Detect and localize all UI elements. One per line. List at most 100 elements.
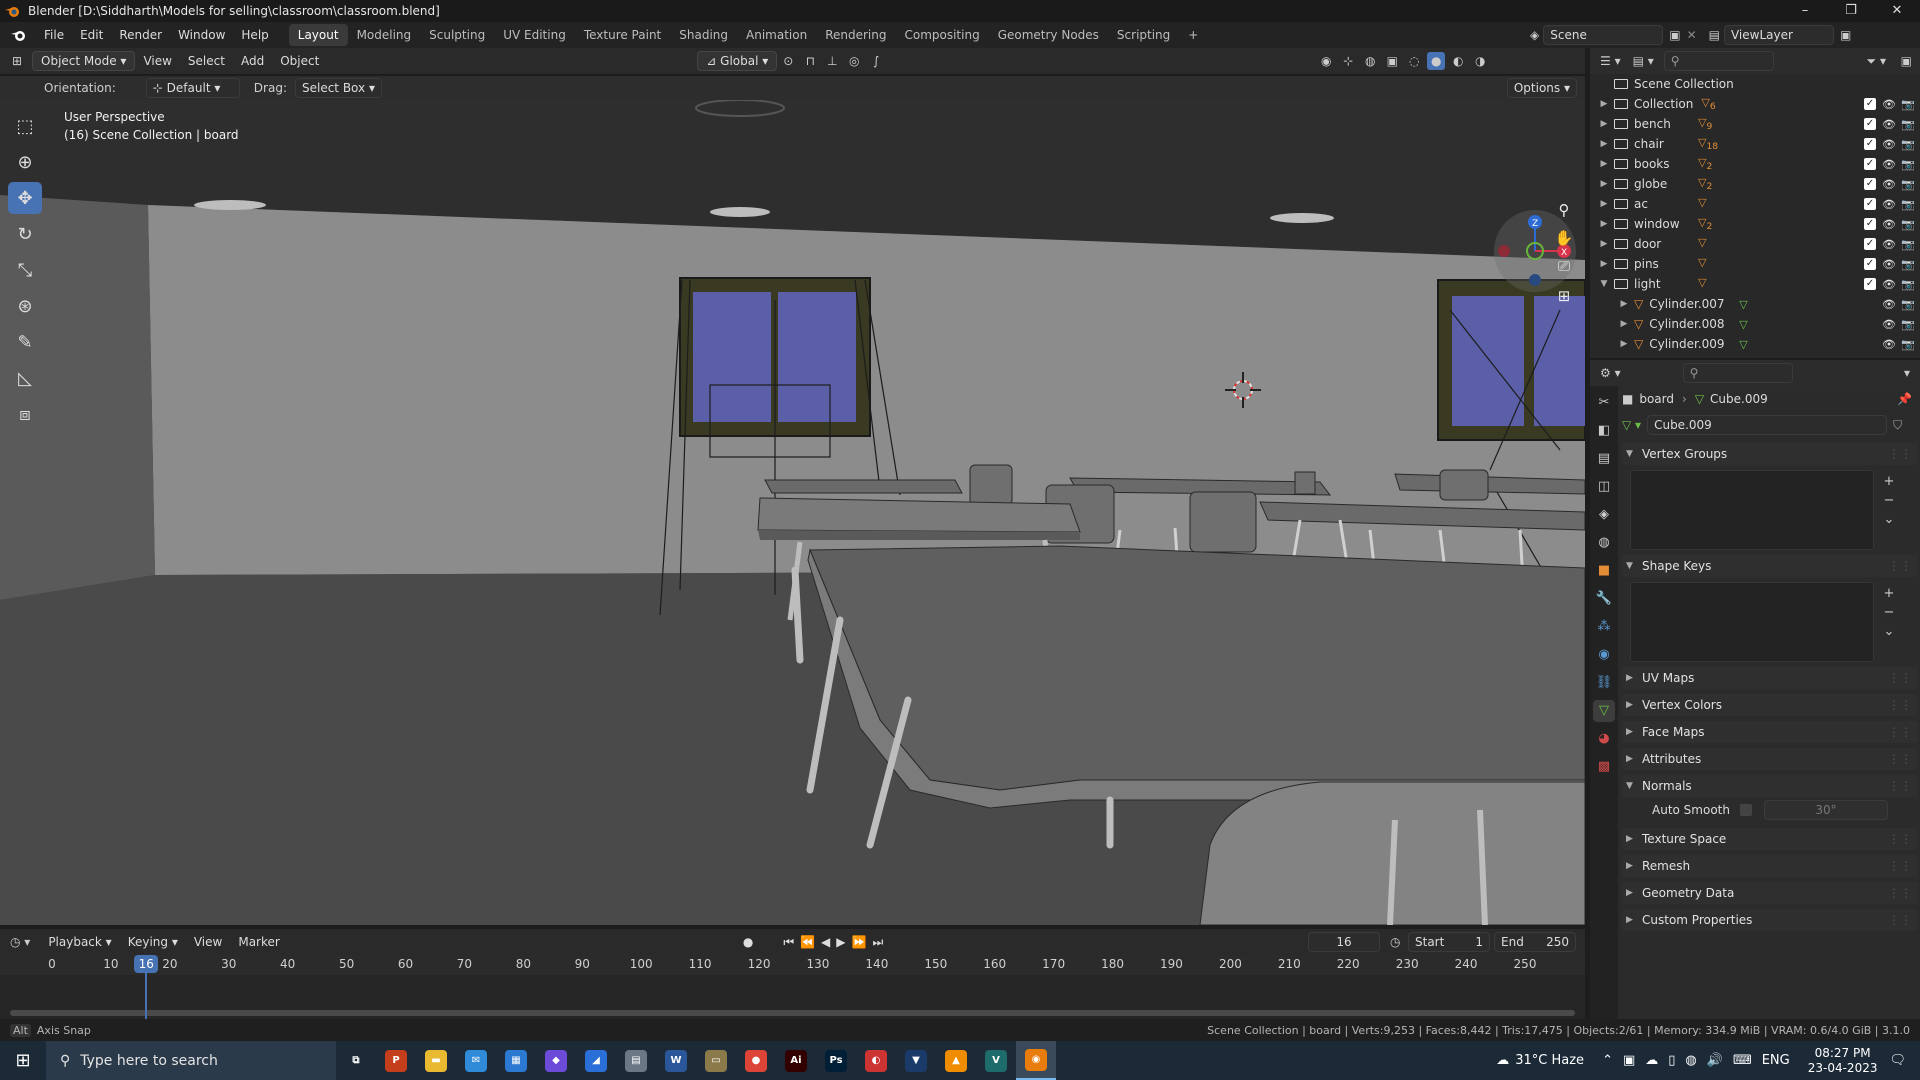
falloff-icon[interactable]: ∫ xyxy=(867,52,885,70)
expand-arrow-icon[interactable]: ▶ xyxy=(1598,259,1610,269)
editor-type-icon[interactable]: ⊞ xyxy=(8,52,26,70)
proportional-edit-icon[interactable]: ◎ xyxy=(845,52,863,70)
menu-window[interactable]: Window xyxy=(170,22,233,48)
tab-uv-editing[interactable]: UV Editing xyxy=(494,24,575,46)
move-tool-icon[interactable]: ✥ xyxy=(8,182,42,214)
expand-arrow-icon[interactable]: ▶ xyxy=(1618,299,1630,309)
camera-icon[interactable]: 📷 xyxy=(1901,158,1915,171)
menu-help[interactable]: Help xyxy=(233,22,276,48)
drag-handle-icon[interactable]: ⋮⋮ xyxy=(1888,447,1912,461)
mesh-name-field[interactable]: Cube.009 xyxy=(1647,415,1888,435)
tab-sculpting[interactable]: Sculpting xyxy=(420,24,494,46)
filter-icon[interactable]: ⏷ ▾ xyxy=(1867,54,1886,69)
eye-icon[interactable]: 👁 xyxy=(1882,158,1896,171)
keyboard-icon[interactable]: ⌨ xyxy=(1733,1053,1752,1068)
camera-icon[interactable]: 📷 xyxy=(1901,98,1915,111)
delete-scene-icon[interactable]: ✕ xyxy=(1687,28,1697,42)
expand-arrow-icon[interactable]: ▶ xyxy=(1598,219,1610,229)
rotate-tool-icon[interactable]: ↻ xyxy=(8,218,42,250)
panel-normals[interactable]: ▼ Normals ⋮⋮ xyxy=(1622,775,1918,797)
tool-tab-icon[interactable]: ✂ xyxy=(1593,392,1615,414)
cursor-tool-icon[interactable]: ⊕ xyxy=(8,146,42,178)
outliner-item-books[interactable]: ▶ books ▽2 ✓ 👁 📷 xyxy=(1590,154,1920,174)
taskbar-outlook-icon[interactable]: ✉ xyxy=(456,1041,496,1080)
taskbar-app-gray-icon[interactable]: ▤ xyxy=(616,1041,656,1080)
close-button[interactable]: ✕ xyxy=(1874,0,1920,22)
panel-uv-maps[interactable]: ▶ UV Maps ⋮⋮ xyxy=(1622,667,1918,689)
exclude-checkbox[interactable]: ✓ xyxy=(1864,197,1876,210)
tray-app-icon[interactable]: ▣ xyxy=(1623,1053,1635,1068)
eye-icon[interactable]: 👁 xyxy=(1882,138,1896,151)
taskbar-powerpoint-icon[interactable]: P xyxy=(376,1041,416,1080)
measure-tool-icon[interactable]: ◺ xyxy=(8,362,42,394)
camera-icon[interactable]: 📷 xyxy=(1901,298,1915,311)
properties-options-icon[interactable]: ▾ xyxy=(1904,366,1910,380)
fake-user-icon[interactable]: ⛉ xyxy=(1893,418,1902,433)
eye-icon[interactable]: 👁 xyxy=(1882,278,1896,291)
menu-render[interactable]: Render xyxy=(111,22,170,48)
cloud-icon[interactable]: ☁ xyxy=(1645,1053,1658,1068)
taskbar-clock[interactable]: 08:27 PM 23-04-2023 xyxy=(1808,1046,1878,1076)
eye-icon[interactable]: 👁 xyxy=(1882,218,1896,231)
panel-custom-properties[interactable]: ▶ Custom Properties ⋮⋮ xyxy=(1622,909,1918,931)
taskbar-vpn-icon[interactable]: ▼ xyxy=(896,1041,936,1080)
outliner-item-cylinder-009[interactable]: ▶ ▽ Cylinder.009 ▽ 👁 📷 xyxy=(1590,334,1920,354)
snap-icon[interactable]: ⊓ xyxy=(801,52,819,70)
snap-target-icon[interactable]: ⊥ xyxy=(823,52,841,70)
tab-animation[interactable]: Animation xyxy=(737,24,816,46)
view-layer-field[interactable]: ViewLayer xyxy=(1723,25,1834,45)
output-tab-icon[interactable]: ▤ xyxy=(1593,448,1615,470)
drag-handle-icon[interactable]: ⋮⋮ xyxy=(1888,671,1912,685)
playhead-frame[interactable]: 16 xyxy=(134,955,159,973)
wireframe-shading-icon[interactable]: ◌ xyxy=(1405,52,1423,70)
object-tab-icon[interactable]: ■ xyxy=(1593,560,1615,582)
volume-icon[interactable]: 🔊 xyxy=(1707,1053,1723,1068)
drag-dropdown[interactable]: Select Box ▾ xyxy=(294,78,382,98)
pin-icon[interactable]: 📌 xyxy=(1897,392,1912,406)
outliner-item-cylinder-008[interactable]: ▶ ▽ Cylinder.008 ▽ 👁 📷 xyxy=(1590,314,1920,334)
specials-menu-icon[interactable]: ⌄ xyxy=(1884,512,1895,527)
minimize-button[interactable]: – xyxy=(1782,0,1828,22)
exclude-checkbox[interactable]: ✓ xyxy=(1864,177,1876,190)
camera-icon[interactable]: 📷 xyxy=(1901,318,1915,331)
exclude-checkbox[interactable]: ✓ xyxy=(1864,277,1876,290)
taskbar-app-blue-icon[interactable]: ◢ xyxy=(576,1041,616,1080)
exclude-checkbox[interactable]: ✓ xyxy=(1864,237,1876,250)
add-workspace-button[interactable]: + xyxy=(1179,24,1207,46)
new-view-layer-icon[interactable]: ▣ xyxy=(1840,28,1851,42)
remove-icon[interactable]: − xyxy=(1884,605,1895,620)
battery-icon[interactable]: ▯ xyxy=(1668,1053,1675,1068)
timeline-menu-playback[interactable]: Playback ▾ xyxy=(40,935,119,949)
viewport-menu-object[interactable]: Object xyxy=(272,54,327,68)
view-layer-tab-icon[interactable]: ◫ xyxy=(1593,476,1615,498)
outliner-item-cylinder-007[interactable]: ▶ ▽ Cylinder.007 ▽ 👁 📷 xyxy=(1590,294,1920,314)
panel-geometry-data[interactable]: ▶ Geometry Data ⋮⋮ xyxy=(1622,882,1918,904)
timeline-ruler[interactable]: 0 10 20 30 40 50 60 70 80 90 100 110 120 130 140 150 160… xyxy=(0,955,1585,975)
drag-handle-icon[interactable]: ⋮⋮ xyxy=(1888,913,1912,927)
outliner-item-light[interactable]: ▼ light ▽ ✓ 👁 📷 xyxy=(1590,274,1920,294)
expand-arrow-icon[interactable]: ▶ xyxy=(1598,119,1610,129)
timeline-editor-icon[interactable]: ◷ ▾ xyxy=(10,935,30,949)
camera-icon[interactable]: 📷 xyxy=(1901,238,1915,251)
tray-chevron-icon[interactable]: ⌃ xyxy=(1602,1053,1613,1068)
drag-handle-icon[interactable]: ⋮⋮ xyxy=(1888,832,1912,846)
world-tab-icon[interactable]: ◍ xyxy=(1593,532,1615,554)
ui-list[interactable] xyxy=(1630,470,1874,550)
scale-tool-icon[interactable]: ⤡ xyxy=(8,254,42,286)
drag-handle-icon[interactable]: ⋮⋮ xyxy=(1888,752,1912,766)
expand-arrow-icon[interactable]: ▶ xyxy=(1598,239,1610,249)
viewport-menu-add[interactable]: Add xyxy=(233,54,272,68)
exclude-checkbox[interactable]: ✓ xyxy=(1864,117,1876,130)
drag-handle-icon[interactable]: ⋮⋮ xyxy=(1888,698,1912,712)
timeline-menu-keying[interactable]: Keying ▾ xyxy=(120,935,186,949)
add-cube-tool-icon[interactable]: ⧈ xyxy=(8,398,42,430)
expand-arrow-icon[interactable]: ▶ xyxy=(1618,319,1630,329)
drag-handle-icon[interactable]: ⋮⋮ xyxy=(1888,779,1912,793)
panel-vertex-colors[interactable]: ▶ Vertex Colors ⋮⋮ xyxy=(1622,694,1918,716)
gizmo-toggle-icon[interactable]: ⊹ xyxy=(1339,52,1357,70)
particles-tab-icon[interactable]: ⁂ xyxy=(1593,616,1615,638)
outliner-item-pins[interactable]: ▶ pins ▽ ✓ 👁 📷 xyxy=(1590,254,1920,274)
weather-text[interactable]: 31°C Haze xyxy=(1515,1053,1584,1068)
transform-orientation-dropdown[interactable]: ⊿ Global ▾ xyxy=(697,51,778,71)
new-collection-icon[interactable]: ▣ xyxy=(1901,54,1912,68)
